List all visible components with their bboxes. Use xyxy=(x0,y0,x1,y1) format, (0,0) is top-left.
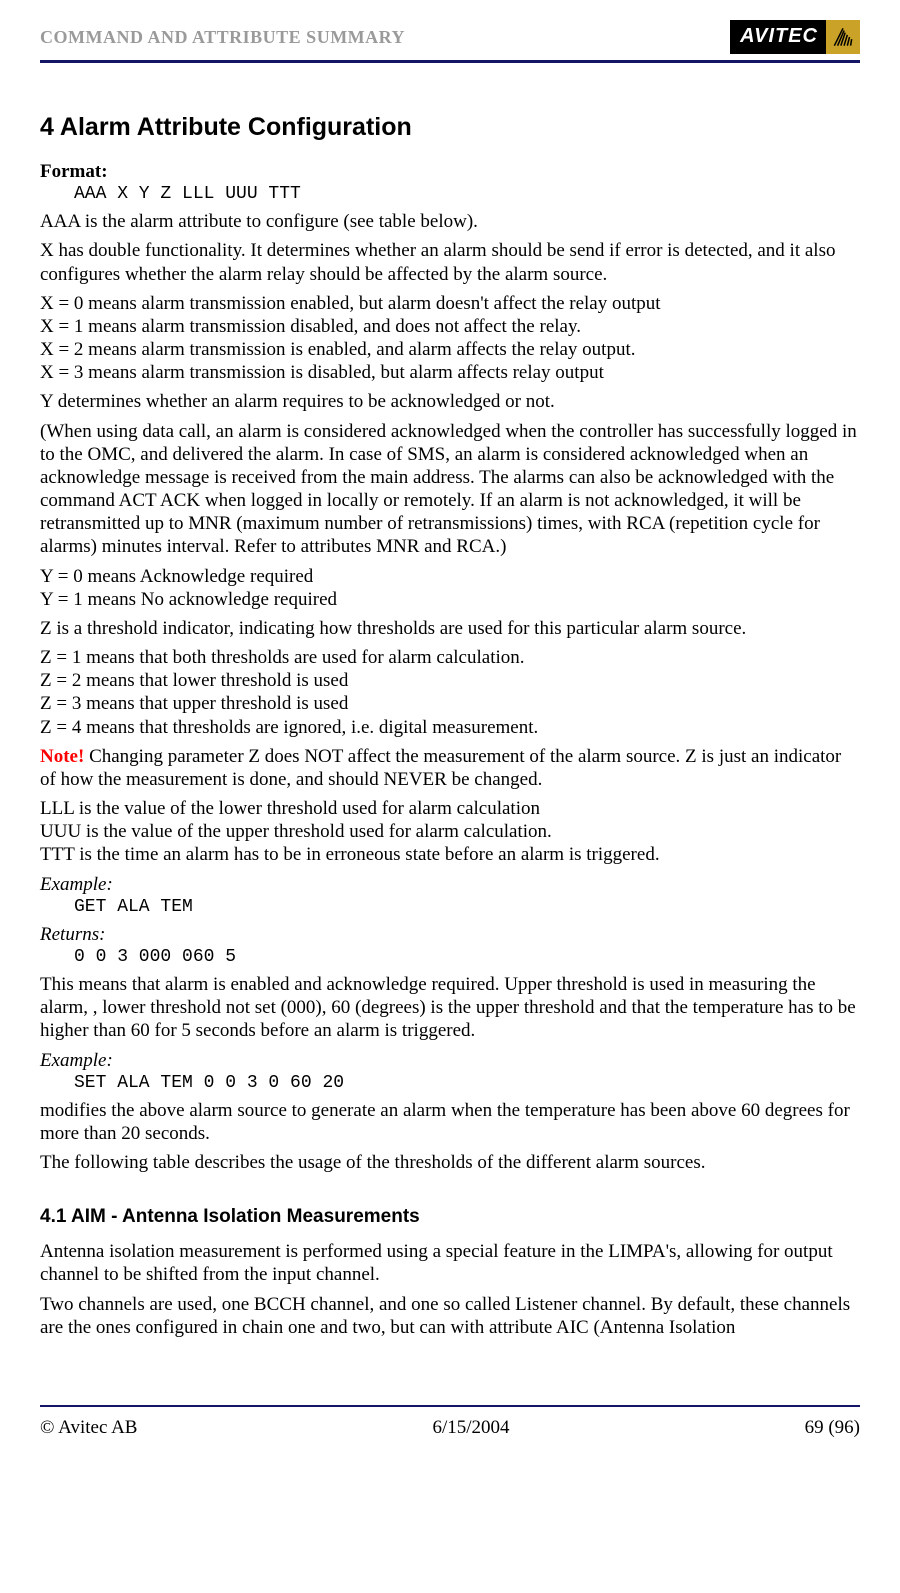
body-text: AAA is the alarm attribute to configure … xyxy=(40,210,860,233)
body-text: The following table describes the usage … xyxy=(40,1151,860,1174)
format-label: Format: xyxy=(40,160,860,183)
body-text: Y determines whether an alarm requires t… xyxy=(40,390,860,413)
subsection-heading: 4.1 AIM - Antenna Isolation Measurements xyxy=(40,1206,860,1228)
note-label: Note! xyxy=(40,746,84,767)
body-text: X = 0 means alarm transmission enabled, … xyxy=(40,292,860,385)
page-footer: © Avitec AB 6/15/2004 69 (96) xyxy=(40,1417,860,1439)
sun-rays-icon xyxy=(826,20,860,54)
note-body: Changing parameter Z does NOT affect the… xyxy=(40,746,841,790)
header-divider xyxy=(40,60,860,63)
x-option: X = 0 means alarm transmission enabled, … xyxy=(40,293,661,314)
z-option: Z = 2 means that lower threshold is used xyxy=(40,670,348,691)
body-text: Two channels are used, one BCCH channel,… xyxy=(40,1293,860,1339)
returns-code: 0 0 3 000 060 5 xyxy=(74,947,860,967)
returns-label: Returns: xyxy=(40,923,860,946)
example-label: Example: xyxy=(40,873,860,896)
y-option: Y = 1 means No acknowledge required xyxy=(40,589,337,610)
footer-date: 6/15/2004 xyxy=(433,1417,510,1439)
body-text: (When using data call, an alarm is consi… xyxy=(40,420,860,559)
threshold-desc: TTT is the time an alarm has to be in er… xyxy=(40,844,660,865)
body-text: Y = 0 means Acknowledge required Y = 1 m… xyxy=(40,565,860,611)
z-option: Z = 4 means that thresholds are ignored,… xyxy=(40,717,538,738)
page-header: COMMAND AND ATTRIBUTE SUMMARY AVITEC xyxy=(40,20,860,54)
example-label: Example: xyxy=(40,1049,860,1072)
x-option: X = 1 means alarm transmission disabled,… xyxy=(40,316,581,337)
body-text: Z is a threshold indicator, indicating h… xyxy=(40,617,860,640)
body-text: modifies the above alarm source to gener… xyxy=(40,1099,860,1145)
example-code: SET ALA TEM 0 0 3 0 60 20 xyxy=(74,1073,860,1093)
z-option: Z = 3 means that upper threshold is used xyxy=(40,693,348,714)
logo-text: AVITEC xyxy=(730,20,826,54)
footer-copyright: © Avitec AB xyxy=(40,1417,137,1439)
threshold-desc: UUU is the value of the upper threshold … xyxy=(40,821,552,842)
footer-divider xyxy=(40,1405,860,1407)
example-code: GET ALA TEM xyxy=(74,897,860,917)
body-text: Z = 1 means that both thresholds are use… xyxy=(40,646,860,739)
body-text: This means that alarm is enabled and ack… xyxy=(40,973,860,1043)
section-heading: 4 Alarm Attribute Configuration xyxy=(40,113,860,142)
footer-page-number: 69 (96) xyxy=(805,1417,860,1439)
note-text: Note! Changing parameter Z does NOT affe… xyxy=(40,745,860,791)
z-option: Z = 1 means that both thresholds are use… xyxy=(40,647,525,668)
x-option: X = 2 means alarm transmission is enable… xyxy=(40,339,636,360)
body-text: X has double functionality. It determine… xyxy=(40,239,860,285)
header-title: COMMAND AND ATTRIBUTE SUMMARY xyxy=(40,27,405,48)
format-code: AAA X Y Z LLL UUU TTT xyxy=(74,184,860,204)
logo: AVITEC xyxy=(730,20,860,54)
y-option: Y = 0 means Acknowledge required xyxy=(40,566,313,587)
body-text: LLL is the value of the lower threshold … xyxy=(40,797,860,867)
x-option: X = 3 means alarm transmission is disabl… xyxy=(40,362,604,383)
threshold-desc: LLL is the value of the lower threshold … xyxy=(40,798,540,819)
body-text: Antenna isolation measurement is perform… xyxy=(40,1240,860,1286)
